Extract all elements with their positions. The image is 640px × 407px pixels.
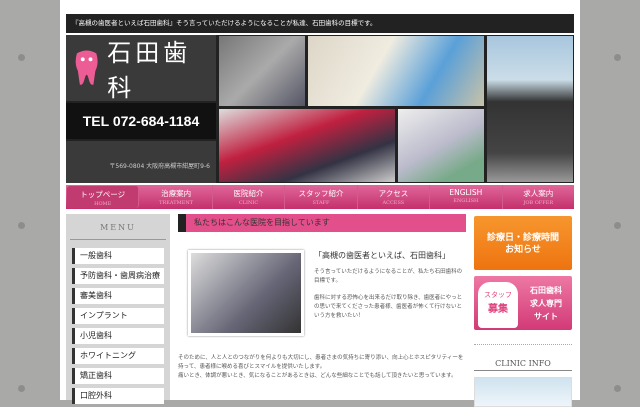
- main-content: 私たちはこんな医院を目指しています 「高槻の歯医者といえば、石田歯科」 そう言っ…: [178, 214, 466, 379]
- page: 『高槻の歯医者といえば石田歯科』そう言っていただけるようになることが私達、石田歯…: [60, 0, 580, 407]
- nav-access[interactable]: アクセス ACCESS: [358, 185, 431, 209]
- banner-text: 求人専門: [530, 299, 562, 308]
- wall-bolt: [18, 222, 25, 229]
- quote: 「高槻の歯医者といえば、石田歯科」: [314, 251, 450, 260]
- clinic-info-heading: CLINIC INFO: [474, 359, 572, 371]
- section-heading: 私たちはこんな医院を目指しています: [178, 214, 466, 232]
- hours-notice-banner[interactable]: 診療日・診療時間 お知らせ: [474, 216, 572, 270]
- banner-text: お知らせ: [505, 245, 541, 255]
- banner-text: 石田歯科: [530, 286, 562, 295]
- nav-treatment[interactable]: 治療案内 TREATMENT: [140, 185, 213, 209]
- wall-bolt: [18, 54, 25, 61]
- recruit-banner[interactable]: スタッフ募集 石田歯科求人専門サイト: [474, 276, 572, 330]
- nav-sublabel: ACCESS: [382, 200, 405, 206]
- photo-dental-figures: [218, 35, 306, 107]
- menu-item-pediatric[interactable]: 小児歯科: [72, 328, 164, 344]
- menu-item-preventive[interactable]: 予防歯科・歯周病治療: [72, 268, 164, 284]
- right-sidebar: 診療日・診療時間 お知らせ スタッフ募集 石田歯科求人専門サイト CLINIC I…: [474, 216, 572, 407]
- main-nav: トップページ HOME 治療案内 TREATMENT 医院紹介 CLINIC スタッフ…: [66, 185, 574, 209]
- nav-label: トップページ: [80, 190, 126, 199]
- paragraph: 歯科に対する恐怖心を出来るだけ取り除き、歯医者にやっとの思いで来てくださった患者…: [314, 295, 463, 319]
- wall-bolt: [18, 385, 25, 392]
- banner-text: サイト: [534, 312, 558, 321]
- divider: [474, 344, 572, 345]
- nav-label: 治療案内: [161, 189, 192, 198]
- menu-item-orthodontics[interactable]: 矯正歯科: [72, 368, 164, 384]
- photo-dental-chair: [188, 250, 304, 336]
- address: 〒569-0804 大阪府高槻市紺屋町9-6: [66, 141, 216, 183]
- banner-text: スタッフ: [484, 291, 512, 299]
- nav-sublabel: JOB OFFER: [523, 200, 554, 206]
- header: 石田歯科 TEL 072-684-1184 〒569-0804 大阪府高槻市紺屋…: [66, 35, 574, 183]
- menu-item-oral-surgery[interactable]: 口腔外科: [72, 388, 164, 404]
- tooth-badge: スタッフ 募集: [478, 282, 518, 328]
- nav-clinic[interactable]: 医院紹介 CLINIC: [213, 185, 286, 209]
- banner-text: 診療日・診療時間: [486, 233, 559, 243]
- nav-sublabel: STAFF: [312, 200, 330, 206]
- wall-bolt: [614, 222, 621, 229]
- photo-waiting-room: [218, 108, 396, 183]
- nav-job-offer[interactable]: 求人案内 JOB OFFER: [503, 185, 574, 209]
- banner-text: 募集: [488, 304, 508, 315]
- photo-building: [486, 35, 574, 183]
- tooth-icon: [75, 50, 98, 85]
- menu-item-whitening[interactable]: ホワイトニング: [72, 348, 164, 364]
- paragraph: そう言っていただけるようになることが、私たち石田歯科の目標です。: [314, 269, 463, 284]
- nav-label: 医院紹介: [233, 189, 264, 198]
- side-menu: MENU 一般歯科 予防歯科・歯周病治療 審美歯科 インプラント 小児歯科 ホワ…: [66, 214, 170, 404]
- menu-item-implant[interactable]: インプラント: [72, 308, 164, 324]
- logo[interactable]: 石田歯科: [66, 35, 216, 102]
- nav-sublabel: TREATMENT: [159, 200, 194, 206]
- paragraph: そのために、人と人とのつながりを何よりも大切にし、患者さまの気持ちに寄り添い、向…: [178, 355, 464, 370]
- tagline: 『高槻の歯医者といえば石田歯科』そう言っていただけるようになることが私達、石田歯…: [66, 14, 574, 33]
- photo-treatment-room: [397, 108, 485, 183]
- nav-staff[interactable]: スタッフ紹介 STAFF: [285, 185, 358, 209]
- wall-bolt: [614, 54, 621, 61]
- nav-english[interactable]: ENGLISH ENGLISH: [430, 185, 503, 209]
- nav-label: 求人案内: [523, 189, 554, 198]
- wall-bolt: [614, 385, 621, 392]
- paragraph: 痛いとき、体調が悪いとき、気になることがあるときは、どんな些細なことでも話して頂…: [178, 373, 457, 379]
- menu-item-general[interactable]: 一般歯科: [72, 248, 164, 264]
- phone-number[interactable]: TEL 072-684-1184: [66, 103, 216, 139]
- nav-sublabel: ENGLISH: [453, 198, 479, 204]
- nav-label: スタッフ紹介: [298, 189, 344, 198]
- nav-sublabel: CLINIC: [238, 200, 259, 206]
- nav-label: アクセス: [378, 189, 409, 198]
- logo-text: 石田歯科: [107, 39, 192, 102]
- nav-label: ENGLISH: [449, 188, 483, 197]
- clinic-info-image: [474, 377, 572, 407]
- nav-sublabel: HOME: [94, 201, 112, 207]
- menu-title: MENU: [70, 218, 166, 240]
- menu-item-cosmetic[interactable]: 審美歯科: [72, 288, 164, 304]
- photo-kids-room: [307, 35, 485, 107]
- nav-home[interactable]: トップページ HOME: [67, 186, 140, 208]
